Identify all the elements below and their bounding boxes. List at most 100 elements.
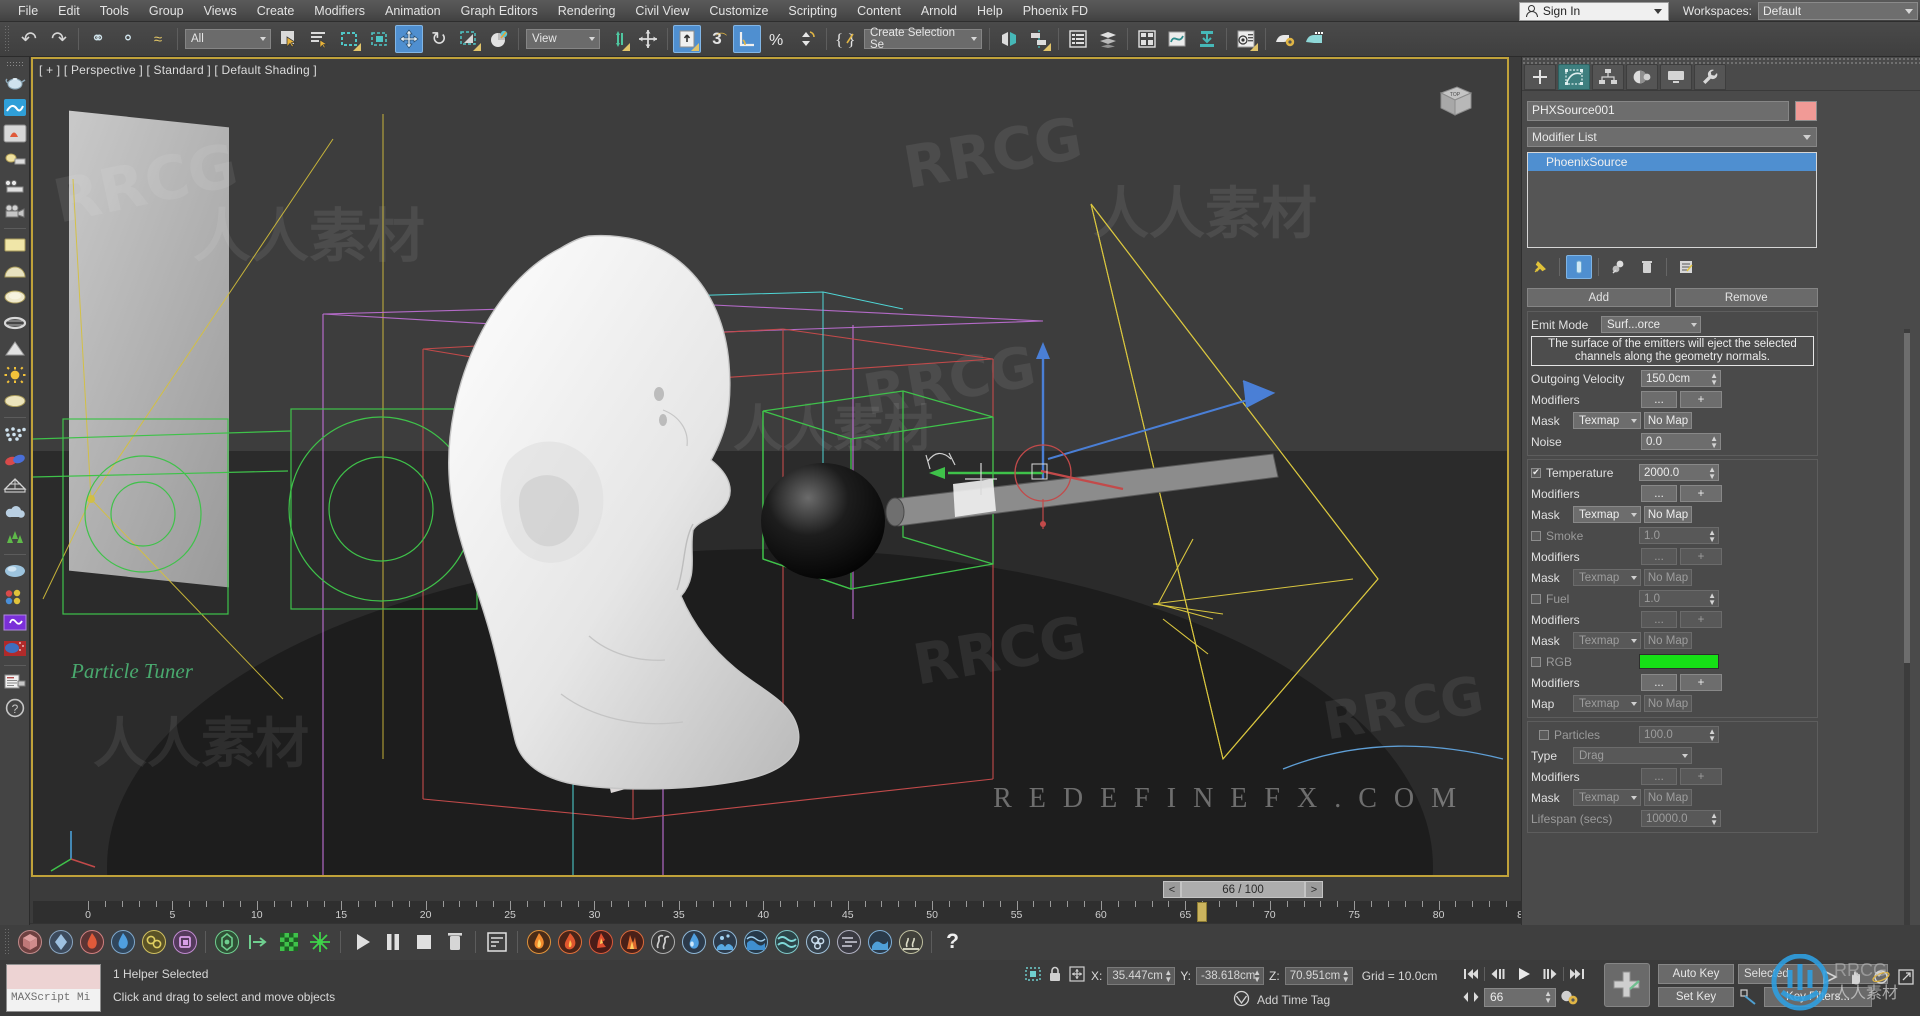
sign-in-button[interactable]: Sign In bbox=[1518, 1, 1669, 21]
mask-no-map-button[interactable]: No Map bbox=[1644, 506, 1692, 523]
material-swatch-icon[interactable] bbox=[2, 584, 28, 609]
maxscript-input-pane[interactable]: MAXScript Mi bbox=[7, 989, 100, 1011]
view-cube[interactable]: TOP bbox=[1431, 81, 1477, 121]
modifier-stack-list[interactable]: PhoenixSource bbox=[1527, 152, 1817, 248]
menu-item-group[interactable]: Group bbox=[139, 1, 194, 21]
start-simulation-button[interactable] bbox=[347, 928, 376, 957]
phoenix-foam-button[interactable] bbox=[139, 928, 168, 957]
object-name-input[interactable]: PHXSource001 bbox=[1527, 101, 1789, 121]
go-to-start-button[interactable] bbox=[1460, 964, 1482, 984]
preset-splash-button[interactable] bbox=[710, 928, 739, 957]
simulation-log-button[interactable] bbox=[482, 928, 511, 957]
spinner-arrows-icon[interactable]: ▲ ▼ bbox=[1708, 529, 1716, 544]
angle-snap-toggle-button[interactable] bbox=[733, 25, 761, 53]
menu-item-civil-view[interactable]: Civil View bbox=[625, 1, 699, 21]
absolute-relative-toggle-icon[interactable] bbox=[1068, 965, 1086, 986]
current-frame-input[interactable]: 66 ▲ ▼ bbox=[1484, 987, 1556, 1007]
stop-simulation-button[interactable] bbox=[409, 928, 438, 957]
preset-steam-button[interactable] bbox=[896, 928, 925, 957]
modifiers-add-button[interactable]: + bbox=[1680, 768, 1722, 785]
play-animation-button[interactable] bbox=[1511, 964, 1537, 984]
phoenix-help-button[interactable]: ? bbox=[938, 928, 967, 957]
modify-tab[interactable] bbox=[1558, 64, 1590, 90]
smoke-spinner[interactable]: 1.0 ▲ ▼ bbox=[1639, 527, 1719, 544]
set-keys-button[interactable] bbox=[1604, 963, 1650, 1007]
cloud-icon[interactable] bbox=[2, 499, 28, 524]
mask-no-map-button[interactable]: No Map bbox=[1644, 569, 1692, 586]
spinner-snap-toggle-button[interactable] bbox=[793, 25, 821, 53]
snaps-toggle-button[interactable] bbox=[673, 25, 701, 53]
phoenix-mapper-icon[interactable] bbox=[2, 173, 28, 198]
particles-checkbox[interactable] bbox=[1539, 729, 1549, 740]
scene-explorer-button[interactable] bbox=[1094, 25, 1122, 53]
select-and-scale-button[interactable] bbox=[455, 25, 483, 53]
modifiers-dots-button[interactable]: ... bbox=[1641, 768, 1677, 785]
preset-torch-button[interactable] bbox=[617, 928, 646, 957]
auto-key-button[interactable]: Auto Key bbox=[1658, 964, 1734, 984]
set-key-filters-icon[interactable] bbox=[1738, 987, 1760, 1007]
selection-lock-region-icon[interactable] bbox=[1024, 965, 1042, 986]
timeline-playhead[interactable] bbox=[1197, 902, 1208, 922]
map-texmap-select[interactable]: Texmap bbox=[1573, 695, 1641, 712]
manage-scene-states-button[interactable] bbox=[1133, 25, 1161, 53]
menu-item-views[interactable]: Views bbox=[194, 1, 247, 21]
next-frame-button[interactable]: > bbox=[1305, 881, 1323, 898]
menu-item-edit[interactable]: Edit bbox=[48, 1, 90, 21]
key-mode-toggle-button[interactable] bbox=[1460, 987, 1482, 1007]
mask-texmap-select[interactable]: Texmap bbox=[1573, 506, 1641, 523]
preset-candle-button[interactable] bbox=[586, 928, 615, 957]
omni-light-icon[interactable] bbox=[2, 362, 28, 387]
spinner-arrows-icon[interactable]: ▲ ▼ bbox=[1544, 989, 1552, 1004]
material-editor-button[interactable] bbox=[1232, 25, 1260, 53]
command-panel-drag-handle[interactable] bbox=[1522, 57, 1920, 64]
workspace-select[interactable]: Default bbox=[1758, 2, 1918, 20]
use-pivot-point-center-button[interactable] bbox=[634, 25, 662, 53]
gravity-spacewarp-icon[interactable] bbox=[2, 447, 28, 472]
phoenix-mapper-button[interactable] bbox=[212, 928, 241, 957]
configure-modifier-sets-button[interactable] bbox=[1673, 255, 1699, 279]
align-button[interactable] bbox=[1025, 25, 1053, 53]
set-key-button[interactable]: Set Key bbox=[1658, 987, 1734, 1007]
sphere-primitive-icon[interactable] bbox=[2, 258, 28, 283]
outgoing-velocity-spinner[interactable]: 150.0cm ▲ ▼ bbox=[1641, 370, 1721, 387]
remove-modifier-button[interactable] bbox=[1634, 255, 1660, 279]
phoenix-liquid-source-button[interactable] bbox=[108, 928, 137, 957]
previous-frame-button[interactable]: < bbox=[1163, 881, 1181, 898]
selection-filter-select[interactable]: All bbox=[185, 29, 271, 49]
preset-ocean-button[interactable] bbox=[741, 928, 770, 957]
spinner-arrows-icon[interactable]: ▲ ▼ bbox=[1710, 435, 1718, 450]
menu-item-create[interactable]: Create bbox=[247, 1, 305, 21]
maxscript-output-pane[interactable] bbox=[7, 965, 100, 989]
named-selection-sets-input[interactable]: Create Selection Se bbox=[864, 27, 982, 51]
select-by-name-button[interactable] bbox=[305, 25, 333, 53]
rgb-checkbox[interactable] bbox=[1531, 656, 1541, 667]
mask-texmap-select[interactable]: Texmap bbox=[1573, 632, 1641, 649]
spinner-arrows-icon[interactable]: ▲ ▼ bbox=[1708, 592, 1716, 607]
use-center-flyout-button[interactable] bbox=[604, 25, 632, 53]
show-end-result-button[interactable] bbox=[1566, 255, 1592, 279]
redo-button[interactable]: ↷ bbox=[45, 25, 73, 53]
utilities-tab[interactable] bbox=[1694, 64, 1726, 90]
menu-item-tools[interactable]: Tools bbox=[90, 1, 139, 21]
motion-tab[interactable] bbox=[1626, 64, 1658, 90]
time-configuration-button[interactable] bbox=[1558, 987, 1580, 1007]
spinner-arrows-icon[interactable]: ▲ ▼ bbox=[1710, 812, 1718, 827]
particle-type-select[interactable]: Drag bbox=[1573, 747, 1692, 764]
rectangular-selection-region-button[interactable] bbox=[335, 25, 363, 53]
selection-lock-icon[interactable] bbox=[1047, 965, 1063, 986]
phoenix-particle-shader-button[interactable] bbox=[170, 928, 199, 957]
spinner-arrows-icon[interactable]: ▲ ▼ bbox=[1253, 968, 1261, 983]
undo-button[interactable]: ↶ bbox=[15, 25, 43, 53]
lifespan-spinner[interactable]: 10000.0 ▲ ▼ bbox=[1641, 810, 1721, 827]
previous-frame-button[interactable] bbox=[1487, 964, 1509, 984]
mask-no-map-button[interactable]: No Map bbox=[1644, 789, 1692, 806]
pause-simulation-button[interactable] bbox=[378, 928, 407, 957]
notes-icon[interactable] bbox=[2, 669, 28, 694]
fuel-checkbox[interactable] bbox=[1531, 593, 1541, 604]
spinner-arrows-icon[interactable]: ▲ ▼ bbox=[1708, 728, 1716, 743]
spinner-arrows-icon[interactable]: ▲ ▼ bbox=[1342, 968, 1350, 983]
wind-spacewarp-icon[interactable] bbox=[2, 473, 28, 498]
map-no-map-button[interactable]: No Map bbox=[1644, 695, 1692, 712]
phoenix-simulator-button[interactable] bbox=[15, 928, 44, 957]
current-frame-display[interactable]: 66 / 100 bbox=[1181, 881, 1305, 898]
